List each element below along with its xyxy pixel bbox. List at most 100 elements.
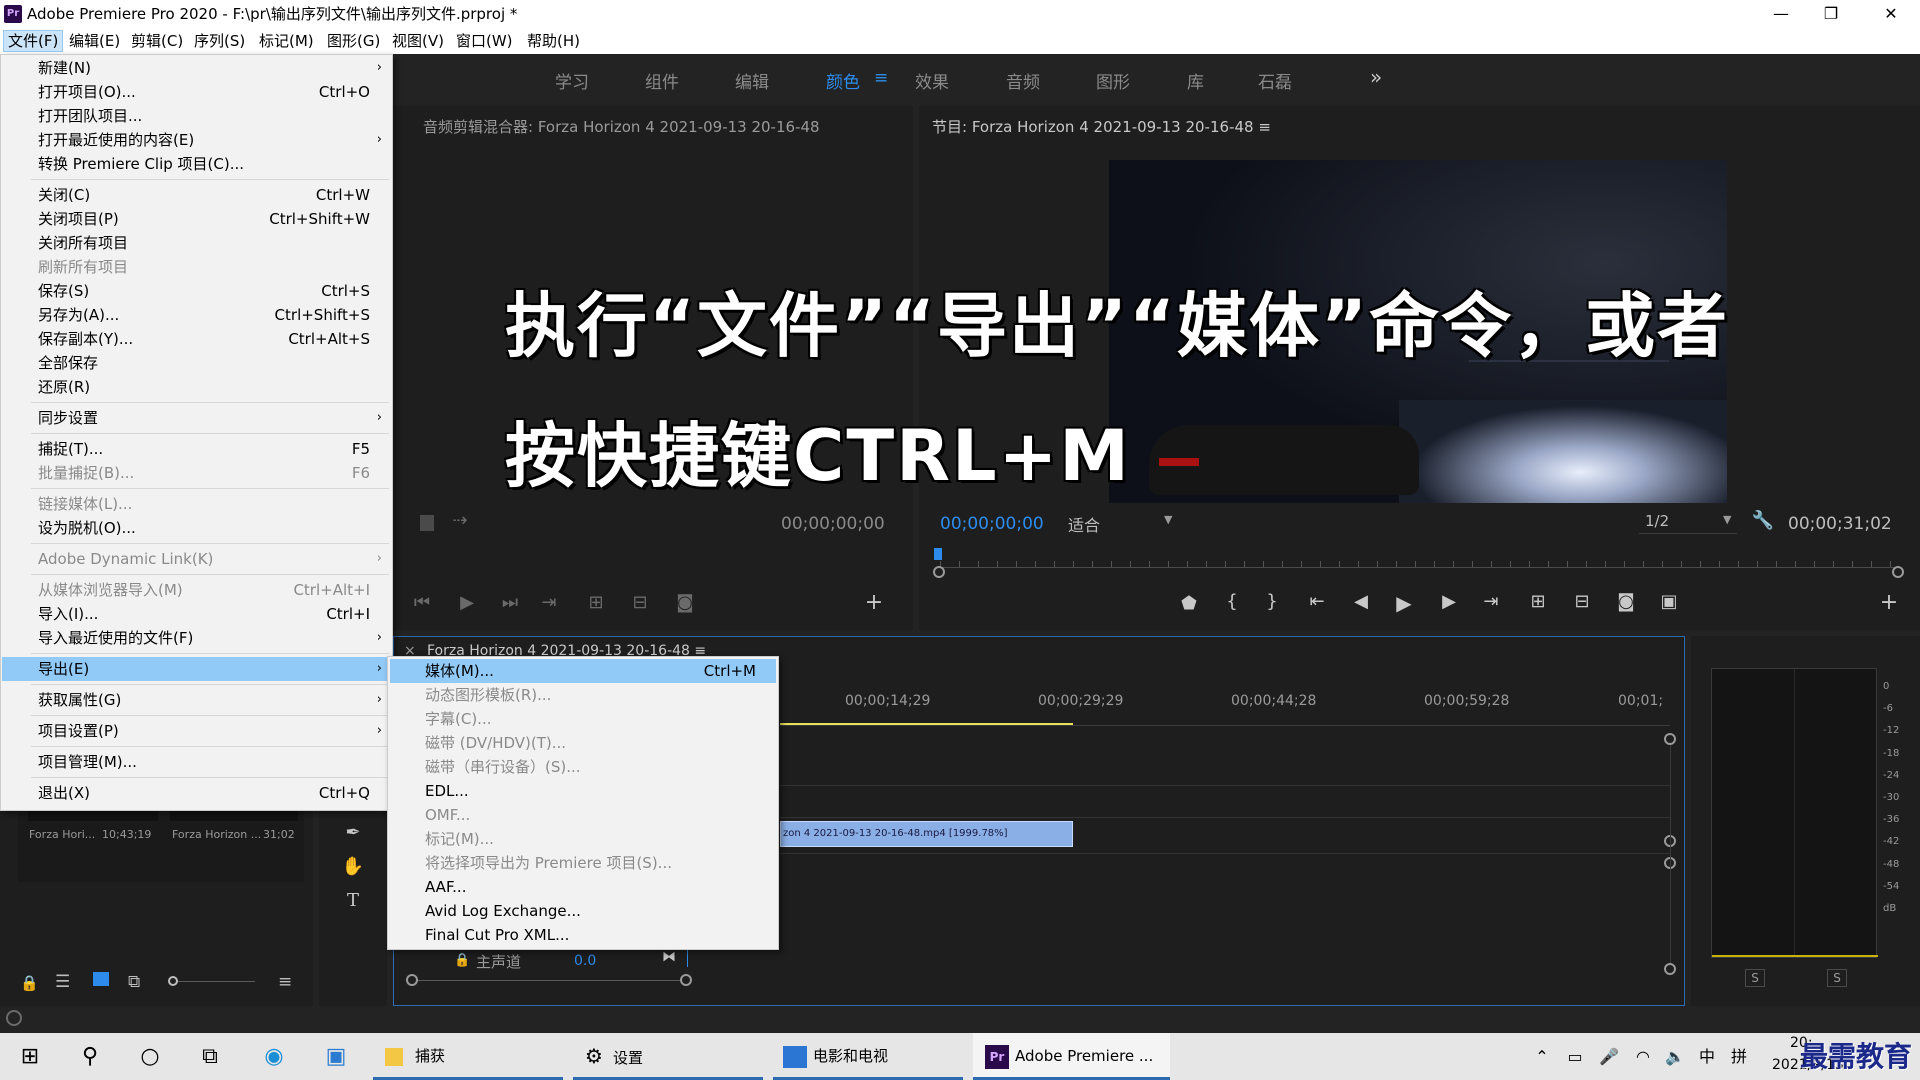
- file-menu-new[interactable]: 新建(N) ›: [2, 56, 392, 80]
- wifi-icon[interactable]: ◠: [1628, 1033, 1658, 1080]
- chevron-up-icon[interactable]: ⌃: [1527, 1033, 1557, 1080]
- export-fcp-xml[interactable]: Final Cut Pro XML...: [390, 923, 776, 947]
- workspace-audio[interactable]: 音频: [1006, 68, 1040, 93]
- export-aaf[interactable]: AAF...: [390, 875, 776, 899]
- lock-icon[interactable]: 🔒: [454, 953, 470, 968]
- file-menu-export[interactable]: 导出(E) ›: [2, 657, 392, 681]
- volume-icon[interactable]: 🔈: [1660, 1033, 1690, 1080]
- menu-edit[interactable]: 编辑(E): [65, 30, 124, 52]
- video-clip[interactable]: zon 4 2021-09-13 20-16-48.mp4 [1999.78%]: [780, 821, 1073, 847]
- file-menu-open-team-project[interactable]: 打开团队项目...: [2, 104, 392, 128]
- file-menu-open-recent[interactable]: 打开最近使用的内容(E) ›: [2, 128, 392, 152]
- menu-file[interactable]: 文件(F): [3, 30, 64, 52]
- step-forward-icon[interactable]: ▶: [1435, 591, 1463, 612]
- export-avid-log[interactable]: Avid Log Exchange...: [390, 899, 776, 923]
- vertical-scrollbar[interactable]: [1670, 745, 1671, 963]
- type-tool-icon[interactable]: T: [339, 890, 367, 911]
- ime-mode-indicator[interactable]: 拼: [1724, 1033, 1754, 1080]
- play-icon[interactable]: ▶: [453, 592, 481, 613]
- cortana-icon[interactable]: ○: [126, 1033, 174, 1080]
- menu-window[interactable]: 窗口(W): [452, 30, 517, 52]
- overwrite-clip-icon[interactable]: ⊟: [626, 592, 654, 613]
- file-menu-get-properties[interactable]: 获取属性(G) ›: [2, 688, 392, 712]
- file-menu-project-manager[interactable]: 项目管理(M)...: [2, 750, 392, 774]
- go-to-in-icon[interactable]: ⇤: [1303, 591, 1331, 612]
- workspace-graphics[interactable]: 图形: [1096, 68, 1130, 93]
- play-icon[interactable]: ▶: [1390, 591, 1418, 615]
- windows-start-icon[interactable]: ⊞: [6, 1033, 54, 1080]
- program-time-ruler[interactable]: [940, 554, 1897, 568]
- camera-icon[interactable]: ◙: [1612, 591, 1640, 612]
- insert-icon[interactable]: ⇢: [446, 510, 474, 531]
- file-menu-close-all[interactable]: 关闭所有项目: [2, 231, 392, 255]
- playhead-marker[interactable]: [934, 548, 942, 560]
- mark-in-icon[interactable]: {: [1218, 591, 1246, 612]
- lock-icon[interactable]: 🔒: [20, 974, 39, 992]
- file-menu-close-project[interactable]: 关闭项目(P) Ctrl+Shift+W: [2, 207, 392, 231]
- file-menu-capture[interactable]: 捕捉(T)... F5: [2, 437, 392, 461]
- program-timecode[interactable]: 00;00;00;00: [940, 514, 1044, 534]
- close-icon[interactable]: ✕: [1868, 0, 1914, 28]
- file-menu-save-copy[interactable]: 保存副本(Y)... Ctrl+Alt+S: [2, 327, 392, 351]
- menu-help[interactable]: 帮助(H): [523, 30, 584, 52]
- step-back-icon[interactable]: ◀: [1347, 591, 1375, 612]
- workspace-editing[interactable]: 编辑: [735, 68, 769, 93]
- master-volume-value[interactable]: 0.0: [574, 953, 596, 969]
- ime-indicator[interactable]: 中: [1692, 1033, 1722, 1080]
- sort-icon[interactable]: ≡: [278, 972, 292, 992]
- file-menu-save-as[interactable]: 另存为(A)... Ctrl+Shift+S: [2, 303, 392, 327]
- step-back-icon[interactable]: ⏮: [408, 592, 436, 613]
- solo-button-left[interactable]: S: [1745, 969, 1765, 987]
- freeform-view-icon[interactable]: ⧉: [128, 972, 140, 992]
- scroll-handle[interactable]: [680, 974, 692, 986]
- export-edl[interactable]: EDL...: [390, 779, 776, 803]
- taskbar-app-premiere[interactable]: Pr Adobe Premiere ...: [973, 1033, 1170, 1080]
- scroll-handle-left[interactable]: [933, 566, 945, 578]
- workspace-learn[interactable]: 学习: [555, 68, 589, 93]
- add-button-icon[interactable]: +: [860, 590, 888, 615]
- zoom-slider-handle[interactable]: [168, 976, 178, 986]
- workspace-assembly[interactable]: 组件: [645, 68, 679, 93]
- taskbar-app-settings[interactable]: ⚙ 设置: [573, 1033, 763, 1080]
- menu-marker[interactable]: 标记(M): [255, 30, 318, 52]
- resolution-dropdown[interactable]: 1/2 ▼: [1639, 512, 1737, 534]
- compare-icon[interactable]: ▣: [1655, 591, 1683, 612]
- workspace-color[interactable]: 颜色: [826, 68, 860, 93]
- photos-icon[interactable]: ▣: [312, 1033, 360, 1080]
- scroll-handle[interactable]: [406, 974, 418, 986]
- task-view-icon[interactable]: ⧉: [186, 1033, 234, 1080]
- workspace-effects[interactable]: 效果: [915, 68, 949, 93]
- wrench-icon[interactable]: 🔧: [1749, 510, 1777, 531]
- bowtie-icon[interactable]: ⧓: [662, 949, 676, 965]
- list-view-icon[interactable]: ☰: [55, 972, 70, 992]
- solo-button-right[interactable]: S: [1827, 969, 1847, 987]
- file-menu-convert-clip[interactable]: 转换 Premiere Clip 项目(C)...: [2, 152, 392, 176]
- go-to-out-icon[interactable]: ⇥: [1477, 591, 1505, 612]
- insert-clip-icon[interactable]: ⊞: [582, 592, 610, 613]
- lift-icon[interactable]: ⊞: [1524, 591, 1552, 612]
- go-to-out-icon[interactable]: ⇥: [535, 592, 563, 613]
- scroll-handle-right[interactable]: [1892, 566, 1904, 578]
- workspace-custom[interactable]: 石磊: [1258, 68, 1292, 93]
- menu-clip[interactable]: 剪辑(C): [127, 30, 187, 52]
- taskbar-app-movies[interactable]: 电影和电视: [773, 1033, 963, 1080]
- source-timecode[interactable]: 00;00;00;00: [781, 514, 885, 534]
- scroll-handle[interactable]: [1664, 733, 1676, 745]
- fit-dropdown[interactable]: 适合 ▼: [1068, 512, 1178, 535]
- pen-tool-icon[interactable]: ✒: [339, 822, 367, 843]
- maximize-icon[interactable]: ❐: [1808, 0, 1854, 28]
- microphone-icon[interactable]: 🎤: [1594, 1033, 1624, 1080]
- camera-icon[interactable]: ◙: [671, 592, 699, 613]
- minimize-icon[interactable]: —: [1758, 0, 1804, 28]
- extract-icon[interactable]: ⊟: [1568, 591, 1596, 612]
- scroll-handle[interactable]: [1664, 963, 1676, 975]
- file-menu-exit[interactable]: 退出(X) Ctrl+Q: [2, 781, 392, 805]
- mark-out-icon[interactable]: }: [1258, 591, 1286, 612]
- menu-graphics[interactable]: 图形(G): [323, 30, 384, 52]
- horizontal-scrollbar[interactable]: [418, 980, 682, 981]
- hand-tool-icon[interactable]: ✋: [339, 856, 367, 877]
- marker-icon[interactable]: ⬟: [1175, 593, 1203, 614]
- file-menu-close[interactable]: 关闭(C) Ctrl+W: [2, 183, 392, 207]
- edge-icon[interactable]: ◉: [250, 1033, 298, 1080]
- workspace-libraries[interactable]: 库: [1187, 68, 1204, 93]
